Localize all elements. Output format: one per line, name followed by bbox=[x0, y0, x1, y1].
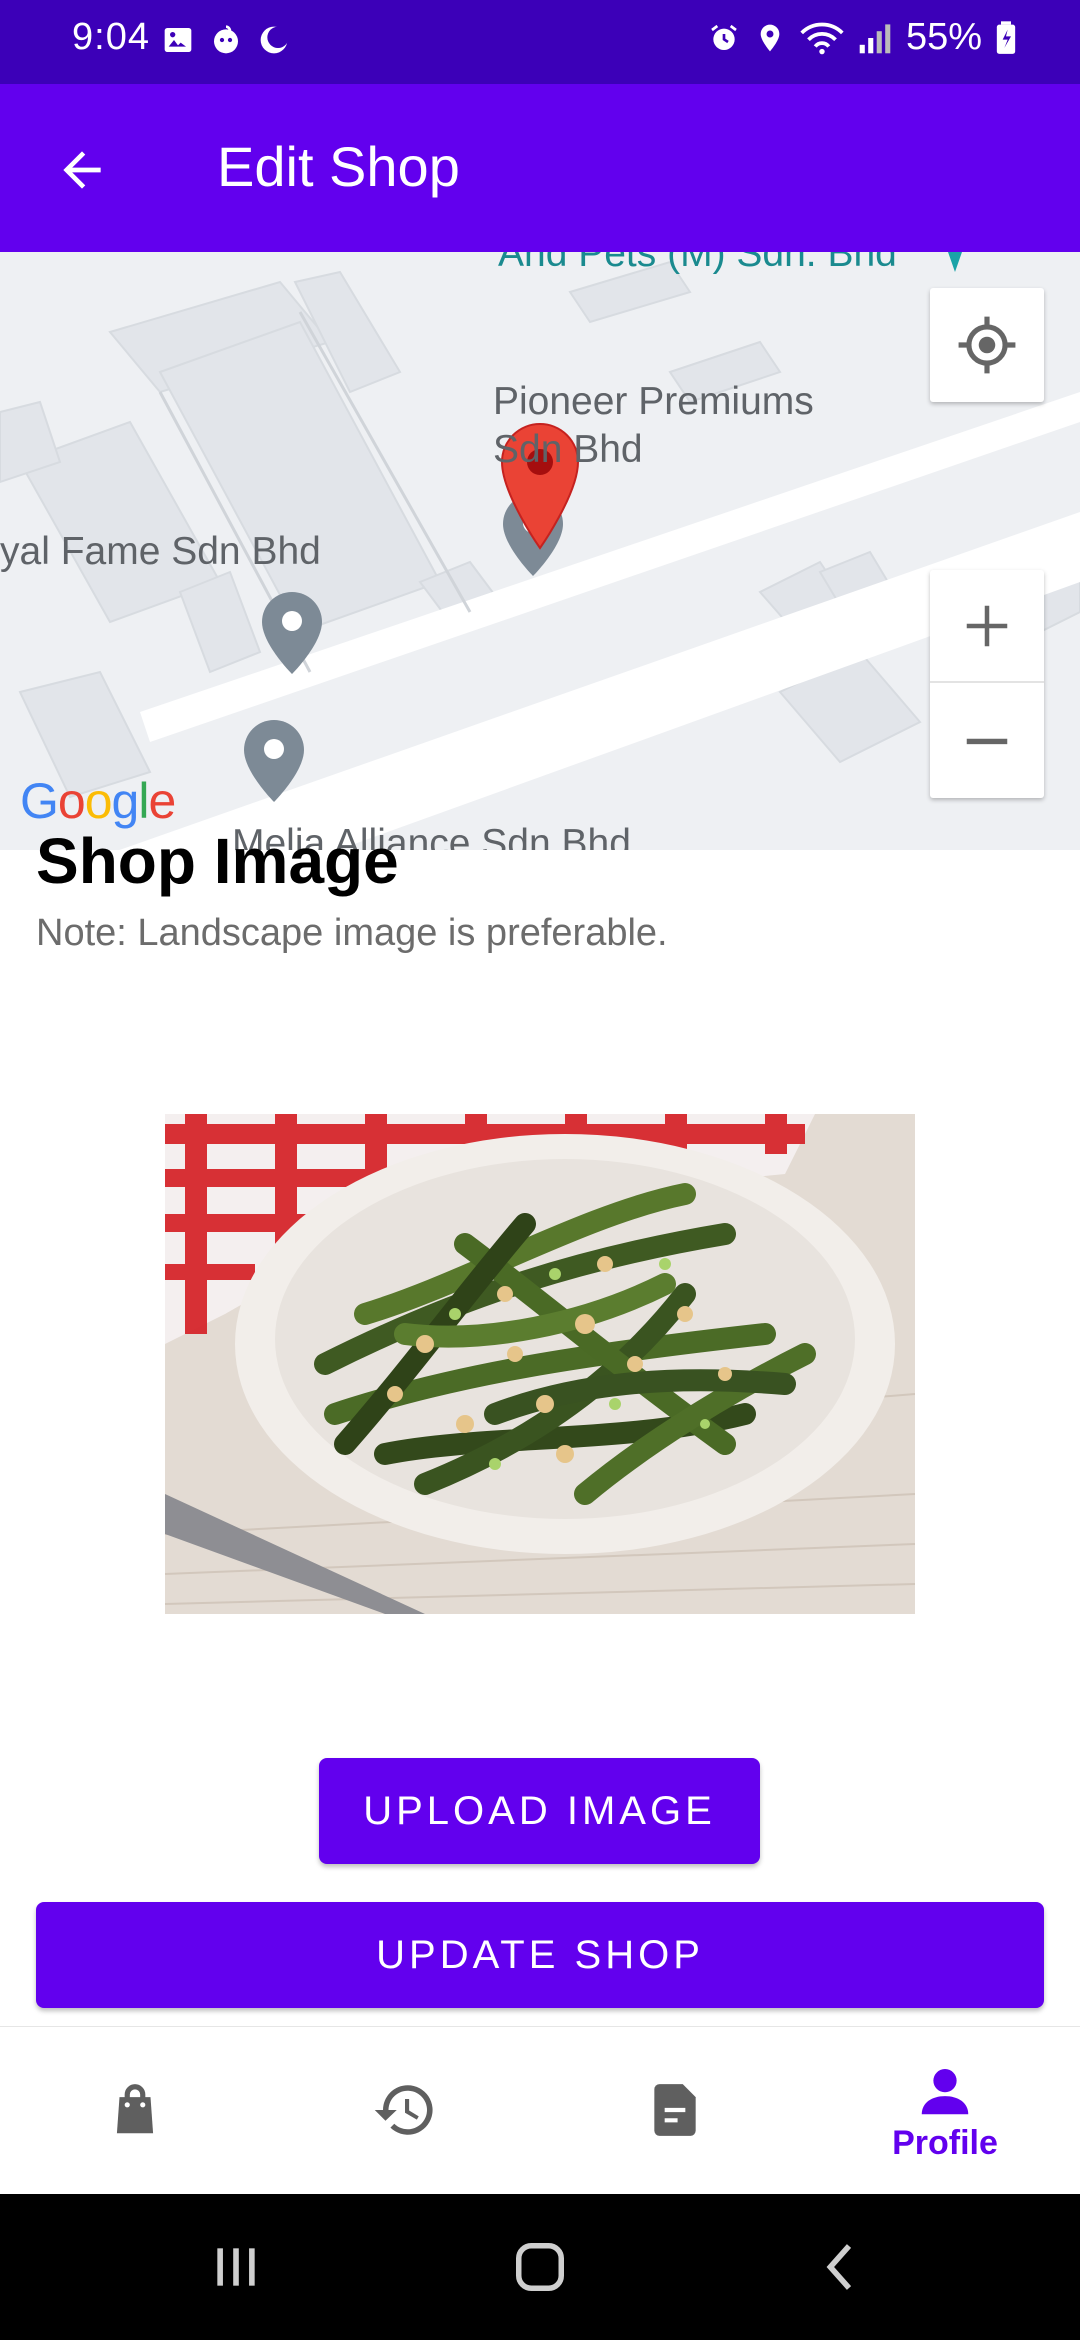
zoom-controls bbox=[930, 570, 1044, 798]
upload-image-button[interactable]: UPLOAD IMAGE bbox=[319, 1758, 760, 1864]
zoom-out-button[interactable] bbox=[930, 684, 1044, 797]
history-icon bbox=[374, 2085, 433, 2135]
nav-item-shop[interactable] bbox=[0, 2027, 270, 2195]
shopping-bag-icon bbox=[116, 2084, 154, 2134]
back-button[interactable] bbox=[40, 128, 124, 212]
zoom-in-icon bbox=[966, 605, 1008, 646]
battery-percent: 55% bbox=[905, 16, 982, 58]
map-label-top: And Pets (M) Sdn. Bhd bbox=[498, 252, 897, 275]
shop-image-graphic bbox=[165, 1114, 915, 1614]
system-navigation-bar bbox=[0, 2194, 1080, 2340]
recent-apps-icon bbox=[217, 2248, 255, 2286]
map-label-pioneer-line2: Sdn Bhd bbox=[493, 428, 643, 471]
update-shop-button[interactable]: UPDATE SHOP bbox=[36, 1902, 1044, 2008]
google-logo: Google bbox=[20, 773, 176, 829]
nav-item-profile[interactable]: Profile bbox=[810, 2027, 1080, 2195]
shop-image bbox=[165, 1114, 915, 1614]
note-text: Note: Landscape image is preferable. bbox=[36, 912, 668, 954]
location-icon bbox=[760, 24, 780, 51]
recent-apps-button[interactable] bbox=[136, 2194, 336, 2340]
map-view[interactable]: And Pets (M) Sdn. Bhd Pioneer Premiums S… bbox=[0, 252, 1080, 850]
app-notification-icon bbox=[214, 25, 238, 54]
document-icon bbox=[654, 2084, 696, 2136]
arrow-back-icon bbox=[63, 151, 101, 189]
bottom-navigation: Profile bbox=[0, 2026, 1080, 2194]
nav-item-history[interactable] bbox=[270, 2027, 540, 2195]
alarm-icon bbox=[711, 24, 737, 50]
zoom-out-icon bbox=[966, 738, 1008, 744]
gallery-icon bbox=[164, 28, 192, 52]
section-title: Shop Image bbox=[36, 825, 399, 897]
nav-label-profile: Profile bbox=[892, 2123, 998, 2162]
wifi-icon bbox=[800, 22, 844, 54]
map-label-pioneer: Pioneer Premiums bbox=[493, 380, 814, 423]
app-bar: Edit Shop bbox=[0, 84, 1080, 252]
chevron-left-icon bbox=[826, 2244, 852, 2290]
status-bar: 9:04 55% bbox=[0, 0, 1080, 84]
map-label-royal: yal Fame Sdn Bhd bbox=[0, 530, 321, 573]
zoom-in-button[interactable] bbox=[930, 570, 1044, 683]
my-location-button[interactable] bbox=[930, 288, 1044, 402]
person-icon bbox=[921, 2068, 969, 2114]
battery-icon bbox=[996, 20, 1016, 54]
home-icon bbox=[516, 2243, 564, 2291]
back-nav-button[interactable] bbox=[742, 2194, 942, 2340]
page-title: Edit Shop bbox=[217, 135, 460, 198]
status-time: 9:04 bbox=[72, 16, 150, 58]
moon-icon bbox=[260, 26, 289, 54]
signal-icon bbox=[859, 23, 891, 53]
screen: 9:04 55% Edit Shop And Pets (M) Sdn. Bhd… bbox=[0, 0, 1080, 2340]
nav-item-documents[interactable] bbox=[540, 2027, 810, 2195]
home-button[interactable] bbox=[440, 2194, 640, 2340]
my-location-icon bbox=[958, 316, 1016, 374]
